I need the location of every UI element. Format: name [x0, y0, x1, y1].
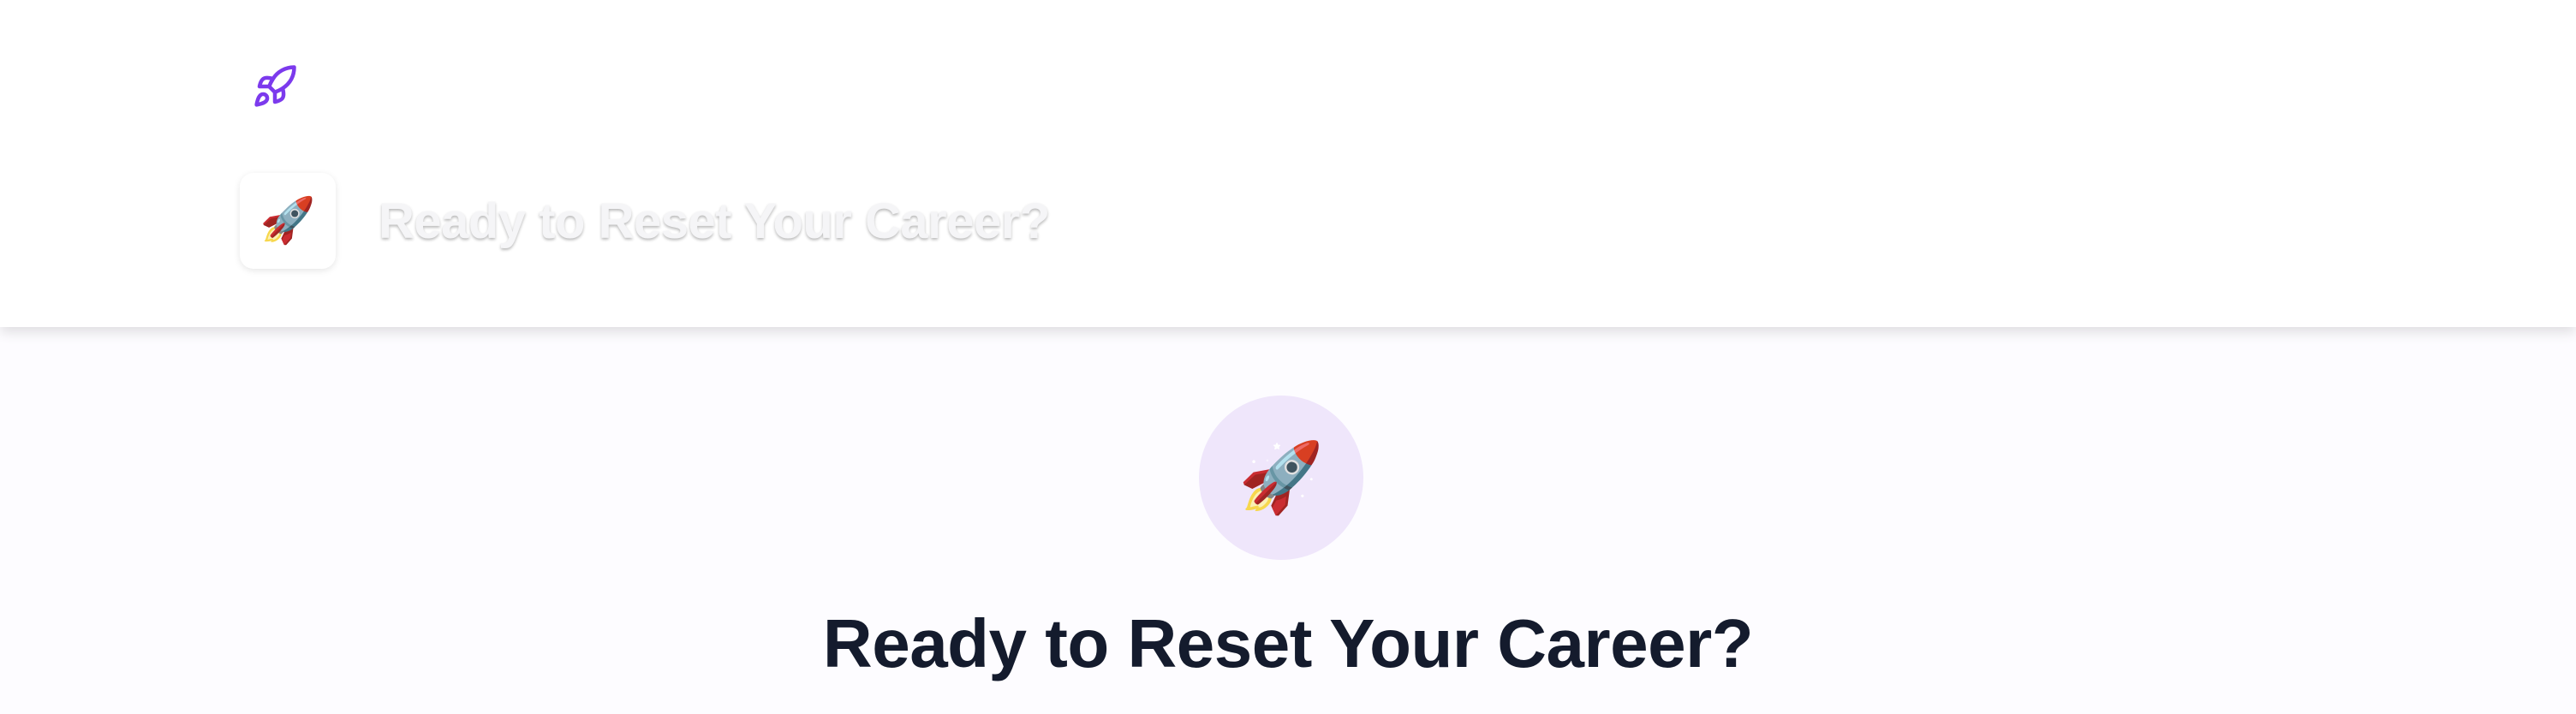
header-panel: 🚀 Ready to Reset Your Career? [0, 0, 2576, 327]
header-title: Ready to Reset Your Career? [379, 193, 1050, 249]
rocket-emoji-icon: 🚀 [1199, 396, 1363, 560]
header-emoji: 🚀 [259, 196, 316, 246]
page: 🚀 Ready to Reset Your Career? 🚀 Ready to… [0, 0, 2576, 714]
rocket-emoji-icon: 🚀 [240, 173, 336, 269]
header-row: 🚀 Ready to Reset Your Career? [240, 173, 1050, 269]
hero-title: Ready to Reset Your Career? [822, 605, 1754, 681]
rocket-outline-icon[interactable] [252, 63, 298, 110]
hero-emoji: 🚀 [1238, 439, 1324, 515]
hero-section: 🚀 Ready to Reset Your Career? [0, 327, 2576, 714]
